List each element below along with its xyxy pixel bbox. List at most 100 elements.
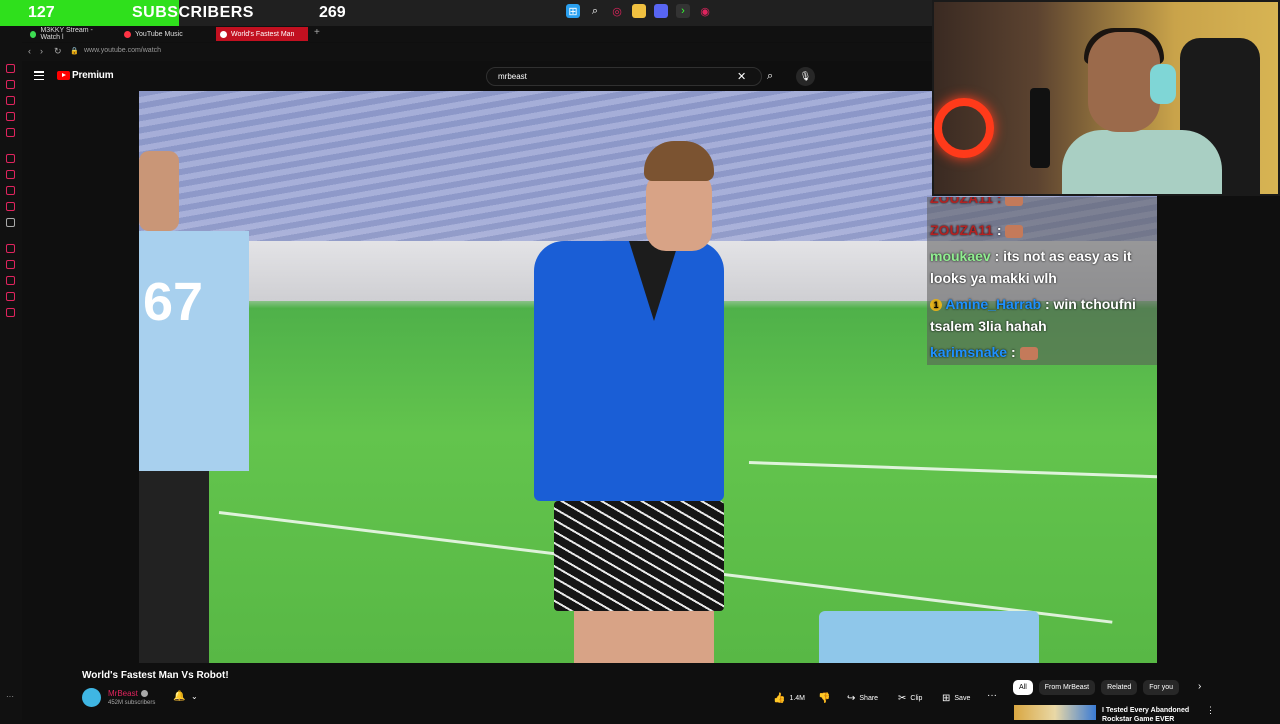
chat-overlay: ZOUZA11 : ZOUZA11 : moukaev : its not as… [927, 197, 1157, 365]
person-left: 67 [139, 151, 259, 663]
save-button[interactable]: ⊞ Save [942, 690, 970, 706]
search-input[interactable]: mrbeast ✕ [486, 67, 762, 86]
tab-label: M3KKY Stream - Watch l [40, 27, 93, 41]
browser-icon[interactable]: ◉ [698, 4, 712, 18]
emote-icon [1019, 346, 1038, 360]
youtube-brand: Premium [72, 70, 114, 81]
more-actions-icon[interactable]: ··· [987, 690, 997, 701]
clear-search-icon[interactable]: ✕ [737, 70, 746, 83]
channel-subscribers: 452M subscribers [108, 700, 156, 706]
channel-avatar[interactable] [82, 688, 101, 707]
robot [819, 611, 1039, 663]
youtube-icon [220, 30, 227, 38]
youtube-play-icon [57, 71, 70, 80]
file-explorer-icon[interactable] [632, 4, 646, 18]
recommendation-more-icon[interactable]: ⋮ [1206, 705, 1215, 716]
headphones-icon [1150, 64, 1176, 104]
chip-from-channel[interactable]: From MrBeast [1038, 680, 1096, 695]
browser-sidebar: ··· [0, 42, 22, 720]
sidebar-aria-icon[interactable] [6, 154, 15, 163]
sidebar-bookmark-icon[interactable] [6, 64, 15, 73]
taskbar: ⊞ ⌕ ◎ › ◉ [380, 0, 932, 26]
chat-message: 1 Amine_Harrab : win tchoufni tsalem 3li… [930, 296, 1136, 334]
chip-all[interactable]: All [1013, 680, 1033, 695]
chat-message: karimsnake : [930, 341, 1157, 363]
opera-icon[interactable]: ◎ [610, 4, 624, 18]
right-panel [1157, 196, 1280, 720]
new-tab-button[interactable]: + [314, 27, 320, 38]
search-button-icon[interactable]: ⌕ [767, 70, 773, 83]
sidebar-clock-icon[interactable] [6, 244, 15, 253]
terminal-icon[interactable]: › [676, 4, 690, 18]
discord-icon[interactable] [654, 4, 668, 18]
clip-button[interactable]: ✂ Clip [898, 690, 922, 706]
channel-name[interactable]: MrBeast [108, 689, 148, 698]
chat-message: ZOUZA11 : [930, 197, 1157, 209]
menu-icon[interactable] [34, 71, 44, 80]
tab-label: YouTube Music [135, 30, 183, 38]
streamer-webcam [932, 0, 1280, 196]
scissors-icon: ✂ [898, 692, 907, 704]
field-line [748, 461, 1157, 479]
sidebar-x-icon[interactable] [6, 202, 15, 211]
subscriber-current-count: 127 [28, 4, 55, 21]
sidebar-history-icon[interactable] [6, 80, 15, 89]
thumbs-up-icon: 👍 [773, 692, 786, 704]
reload-icon[interactable]: ↻ [54, 46, 62, 57]
lock-icon: 🔒 [70, 48, 79, 55]
tab-youtube-video[interactable]: World's Fastest Man [216, 27, 308, 41]
share-button[interactable]: ↪ Share [847, 690, 878, 706]
tab-twitch[interactable]: M3KKY Stream - Watch l [26, 27, 112, 41]
emote-icon [1005, 224, 1024, 238]
dislike-button[interactable]: 👎 [818, 690, 830, 706]
filter-chips: All From MrBeast Related For you [1013, 680, 1179, 695]
subscriber-goal-target: 269 [319, 4, 346, 21]
address-bar: ‹ › ↻ 🔒 www.youtube.com/watch [22, 43, 932, 61]
youtube-music-icon [124, 30, 131, 38]
voice-search-icon[interactable]: 🎙 [796, 67, 815, 86]
subscriber-goal-label: SUBSCRIBERS [132, 4, 254, 21]
sidebar-instagram-icon[interactable] [6, 186, 15, 195]
sidebar-history2-icon[interactable] [6, 276, 15, 285]
person-center [534, 141, 734, 663]
twitch-icon [30, 30, 37, 38]
emote-icon [1005, 197, 1024, 206]
sub-badge-icon: 1 [930, 299, 942, 312]
youtube-logo[interactable]: Premium [57, 70, 114, 81]
like-button[interactable]: 👍 1.4M [773, 690, 805, 706]
sidebar-music-icon[interactable] [6, 170, 15, 179]
thumbs-down-icon: 👎 [818, 692, 831, 704]
sidebar-more-icon[interactable]: ··· [6, 692, 15, 701]
browser-tab-bar: M3KKY Stream - Watch l YouTube Music Wor… [0, 26, 932, 42]
search-icon[interactable]: ⌕ [588, 4, 602, 18]
chevron-right-icon[interactable]: › [1198, 681, 1201, 692]
subscriber-goal-bar: 127 SUBSCRIBERS 269 [0, 0, 380, 26]
sidebar-wallet-icon[interactable] [6, 96, 15, 105]
sidebar-vk-icon[interactable] [6, 218, 15, 227]
youtube-header: Premium mrbeast ✕ ⌕ 🎙 [22, 62, 932, 90]
tab-label: World's Fastest Man [231, 30, 295, 38]
sidebar-messenger-icon[interactable] [6, 112, 15, 121]
sidebar-whatsapp-icon[interactable] [6, 128, 15, 137]
video-title: World's Fastest Man Vs Robot! [82, 670, 229, 681]
chip-for-you[interactable]: For you [1143, 680, 1179, 695]
sidebar-settings-icon[interactable] [6, 308, 15, 317]
share-icon: ↪ [847, 692, 856, 704]
chevron-down-icon[interactable]: ⌄ [191, 692, 198, 701]
windows-start-icon[interactable]: ⊞ [566, 4, 580, 18]
notification-bell-icon[interactable]: 🔔 [173, 691, 185, 702]
chip-related[interactable]: Related [1101, 680, 1138, 695]
sidebar-play-icon[interactable] [6, 260, 15, 269]
search-query: mrbeast [498, 72, 527, 81]
save-icon: ⊞ [942, 692, 951, 704]
recommendation-thumbnail[interactable] [1014, 705, 1096, 720]
back-icon[interactable]: ‹ [28, 46, 31, 56]
url-field[interactable]: www.youtube.com/watch [84, 47, 161, 54]
sidebar-extensions-icon[interactable] [6, 292, 15, 301]
chat-message: ZOUZA11 : [930, 219, 1157, 241]
forward-icon[interactable]: › [40, 46, 43, 56]
tab-youtube-music[interactable]: YouTube Music [120, 27, 210, 41]
verified-icon [140, 690, 148, 698]
recommendation-title[interactable]: I Tested Every Abandoned Rockstar Game E… [1102, 706, 1202, 724]
chat-message: moukaev : its not as easy as it looks ya… [930, 248, 1132, 286]
